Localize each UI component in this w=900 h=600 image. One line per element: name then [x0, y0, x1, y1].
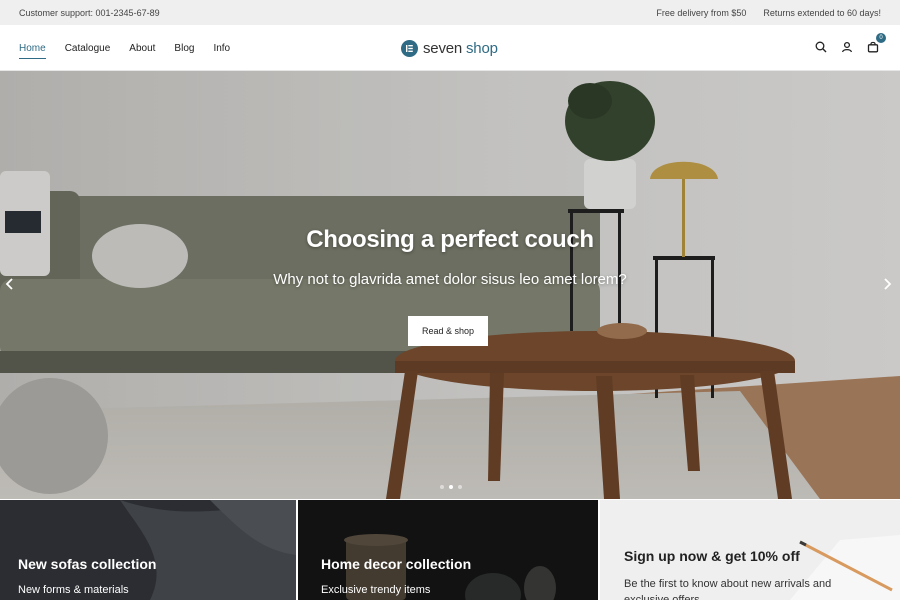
promo-home-decor[interactable]: Home decor collection Exclusive trendy i…: [298, 500, 598, 600]
search-icon[interactable]: [814, 39, 828, 55]
nav-blog[interactable]: Blog: [174, 43, 194, 54]
logo-word-seven: seven: [423, 39, 463, 57]
read-and-shop-button[interactable]: Read & shop: [408, 316, 488, 346]
support-text: Customer support: 001-2345-67-89: [19, 7, 160, 18]
nav-info[interactable]: Info: [213, 43, 230, 54]
promo-subtitle: Exclusive trendy items: [321, 584, 431, 596]
delivery-text: Free delivery from $50: [656, 7, 747, 18]
nav-about[interactable]: About: [129, 43, 155, 54]
header-icons: 0: [814, 33, 886, 55]
slider-dot[interactable]: [458, 485, 462, 489]
top-info-bar: Customer support: 001-2345-67-89 Free de…: [0, 0, 900, 25]
site-logo[interactable]: seven shop: [401, 37, 498, 59]
logo-word-shop: shop: [466, 39, 498, 57]
slider-dot-active[interactable]: [449, 485, 453, 489]
returns-text: Returns extended to 60 days!: [763, 7, 881, 18]
signup-title: Sign up now & get 10% off: [624, 548, 800, 564]
nav-home[interactable]: Home: [19, 43, 46, 59]
logo-text: seven shop: [423, 40, 498, 57]
promo-title: Home decor collection: [321, 556, 472, 572]
user-icon[interactable]: [840, 39, 854, 55]
logo-mark-icon: [401, 39, 418, 57]
promo-signup: Sign up now & get 10% off Be the first t…: [600, 500, 900, 600]
nav-catalogue[interactable]: Catalogue: [65, 43, 111, 54]
slider-dot[interactable]: [440, 485, 444, 489]
slider-prev-arrow-icon[interactable]: [2, 276, 18, 292]
site-header: Home Catalogue About Blog Info seven sho…: [0, 25, 900, 71]
signup-text: Be the first to know about new arrivals …: [624, 578, 832, 600]
slider-next-arrow-icon[interactable]: [879, 276, 895, 292]
cart-count-badge: 0: [876, 33, 886, 43]
promo-subtitle: New forms & materials: [18, 584, 129, 596]
promo-title: New sofas collection: [18, 556, 157, 572]
topbar-right: Free delivery from $50 Returns extended …: [656, 8, 881, 18]
main-nav: Home Catalogue About Blog Info: [19, 25, 230, 71]
hero-slider: Choosing a perfect couch Why not to glav…: [0, 71, 900, 499]
cart-icon[interactable]: 0: [866, 33, 886, 55]
promo-sofas[interactable]: New sofas collection New forms & materia…: [0, 500, 296, 600]
hero-subtitle: Why not to glavrida amet dolor sisus leo…: [273, 271, 627, 288]
hero-title: Choosing a perfect couch: [306, 226, 594, 253]
slider-dots: [440, 485, 462, 489]
